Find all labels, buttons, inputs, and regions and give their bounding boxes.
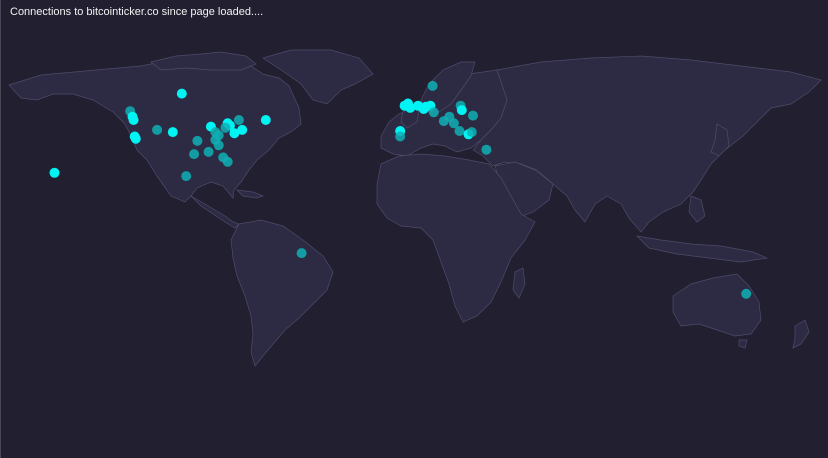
connection-dot (203, 146, 214, 157)
land-new-zealand (792, 319, 810, 349)
connection-dot (428, 107, 439, 118)
connection-dot (296, 248, 307, 259)
connection-dot (176, 88, 187, 99)
connection-dot (741, 288, 752, 299)
land-australia (672, 273, 762, 337)
land-central-america (190, 195, 240, 229)
connection-dot (233, 115, 244, 125)
connection-dot (468, 110, 478, 121)
land-south-america (230, 219, 334, 367)
page-title: Connections to bitcointicker.co since pa… (10, 6, 264, 18)
connection-dot (181, 171, 192, 182)
connection-dot (192, 135, 203, 146)
connection-dot (49, 167, 60, 178)
land-philippines (688, 195, 706, 223)
connection-dot (128, 115, 139, 125)
connection-dot (213, 140, 224, 151)
world-map[interactable] (1, 0, 828, 458)
connection-dot (260, 115, 271, 125)
connection-dot (454, 126, 465, 136)
connection-dot (220, 122, 231, 133)
connection-dot (418, 104, 429, 114)
connection-dot (189, 149, 200, 160)
land-indonesia (635, 235, 769, 263)
connection-dot (229, 128, 240, 139)
connection-dot (481, 144, 492, 155)
connection-dot (152, 124, 163, 135)
connection-dot (456, 105, 467, 116)
map-panel: Connections to bitcointicker.co since pa… (0, 0, 828, 458)
land-layer (8, 49, 822, 367)
connection-dot (466, 127, 477, 138)
land-madagascar (512, 267, 526, 299)
connection-dot (130, 133, 141, 144)
land-arctic-islands (150, 51, 257, 71)
connection-dot (222, 156, 233, 167)
connection-dot (438, 116, 449, 127)
land-tasmania (738, 339, 748, 349)
connection-dot (427, 80, 438, 91)
connection-dot (395, 131, 406, 142)
land-caribbean (236, 189, 265, 199)
connection-dot (167, 127, 178, 138)
